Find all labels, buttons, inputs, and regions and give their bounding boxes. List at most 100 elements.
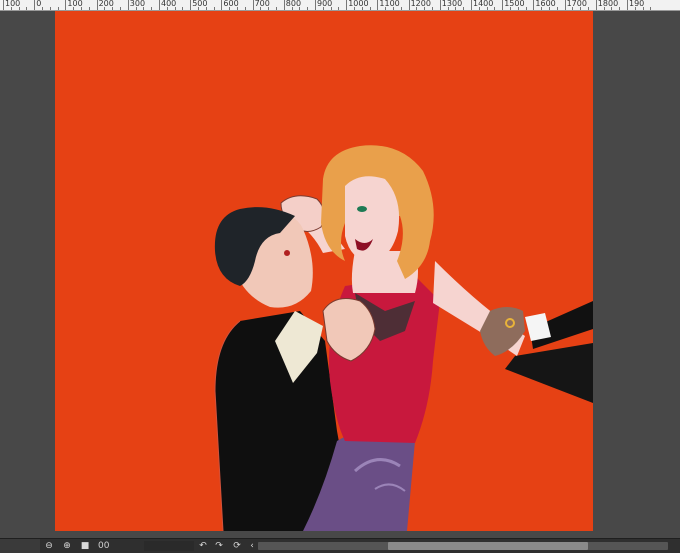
shirt-cuff bbox=[525, 313, 551, 341]
ruler-minor-tick bbox=[541, 7, 543, 10]
ruler-minor-tick bbox=[424, 7, 426, 10]
ruler-label: 1600 bbox=[535, 0, 556, 8]
ruler-minor-tick bbox=[338, 7, 340, 10]
ruler-minor-tick bbox=[143, 7, 145, 10]
ruler-minor-tick bbox=[268, 7, 270, 10]
ruler-minor-tick bbox=[26, 7, 28, 10]
ruler-minor-tick bbox=[120, 7, 121, 10]
ruler-minor-tick bbox=[81, 7, 82, 10]
rotate-right-icon[interactable]: ↷ bbox=[214, 541, 224, 551]
horizontal-ruler[interactable]: 100 0 100 200 300 400 500 600 700 800 900 1000 1100 1… bbox=[0, 0, 680, 11]
ruler-label: 1700 bbox=[566, 0, 587, 8]
ruler-minor-tick bbox=[213, 7, 215, 10]
ruler-label: 1100 bbox=[379, 0, 400, 8]
ruler-minor-tick bbox=[112, 7, 114, 10]
ruler-minor-tick bbox=[276, 7, 277, 10]
ruler-minor-tick bbox=[166, 7, 168, 10]
ruler-minor-tick bbox=[151, 7, 153, 10]
ruler-minor-tick bbox=[463, 7, 465, 10]
ruler-major-tick bbox=[502, 0, 504, 10]
ruler-minor-tick bbox=[642, 7, 644, 10]
ruler-minor-tick bbox=[104, 7, 106, 10]
ruler-minor-tick bbox=[42, 7, 43, 10]
ruler-minor-tick bbox=[549, 7, 550, 10]
ruler-minor-tick bbox=[205, 7, 207, 10]
ruler-minor-tick bbox=[447, 7, 449, 10]
ruler-minor-tick bbox=[393, 7, 394, 10]
canvas-workspace[interactable] bbox=[0, 11, 680, 538]
ruler-minor-tick bbox=[174, 7, 176, 10]
woman-eye-left bbox=[357, 206, 367, 212]
ruler-minor-tick bbox=[494, 7, 496, 10]
ruler-minor-tick bbox=[291, 7, 293, 10]
ruler-major-tick bbox=[533, 0, 535, 10]
ruler-minor-tick bbox=[135, 7, 137, 10]
zoom-out-icon[interactable]: ⊖ bbox=[44, 541, 54, 551]
ruler-minor-tick bbox=[432, 7, 433, 10]
ruler-label: 1800 bbox=[597, 0, 619, 8]
horizontal-scrollbar[interactable] bbox=[258, 542, 668, 550]
scrollbar-thumb[interactable] bbox=[388, 542, 588, 550]
ruler-minor-tick bbox=[322, 7, 324, 10]
zoom-in-icon[interactable]: ⊕ bbox=[62, 541, 72, 551]
ruler-major-tick bbox=[190, 0, 192, 10]
status-bar-left bbox=[0, 539, 40, 553]
ruler-minor-tick bbox=[57, 7, 59, 10]
ruler-minor-tick bbox=[244, 7, 246, 10]
woman-face bbox=[345, 176, 400, 263]
ruler-major-tick bbox=[96, 0, 98, 10]
ruler-minor-tick bbox=[49, 7, 51, 10]
ruler-label: 0 bbox=[36, 0, 42, 8]
ruler-minor-tick bbox=[385, 7, 387, 10]
fit-screen-icon[interactable]: ■ bbox=[80, 541, 90, 551]
ruler-major-tick bbox=[627, 0, 628, 10]
ruler-major-tick bbox=[159, 0, 160, 10]
ruler-minor-tick bbox=[182, 7, 184, 10]
ruler-major-tick bbox=[595, 0, 597, 10]
ruler-major-tick bbox=[283, 0, 285, 10]
ruler-minor-tick bbox=[486, 7, 488, 10]
ruler-major-tick bbox=[252, 0, 254, 10]
ruler-minor-tick bbox=[416, 7, 418, 10]
rotate-left-icon[interactable]: ↶ bbox=[198, 541, 208, 551]
ruler-minor-tick bbox=[299, 7, 301, 10]
ruler-label: 1300 bbox=[441, 0, 463, 8]
ruler-label: 1000 bbox=[348, 0, 369, 8]
ruler-minor-tick bbox=[330, 7, 332, 10]
ruler-minor-tick bbox=[237, 7, 238, 10]
ruler-major-tick bbox=[346, 0, 348, 10]
reset-rotation-icon[interactable]: ⟳ bbox=[232, 541, 242, 551]
ruler-minor-tick bbox=[611, 7, 613, 10]
ruler-minor-tick bbox=[478, 7, 480, 10]
zoom-value[interactable]: 00 bbox=[98, 540, 109, 552]
ruler-minor-tick bbox=[603, 7, 605, 10]
ruler-major-tick bbox=[439, 0, 441, 10]
ruler-minor-tick bbox=[354, 7, 355, 10]
ruler-major-tick bbox=[564, 0, 566, 10]
ruler-minor-tick bbox=[525, 7, 527, 10]
ruler-minor-tick bbox=[455, 7, 457, 10]
ruler-major-tick bbox=[3, 0, 4, 10]
drawing-canvas[interactable] bbox=[55, 11, 593, 531]
ruler-minor-tick bbox=[400, 7, 402, 10]
ruler-major-tick bbox=[127, 0, 129, 10]
status-bar: ⊖ ⊕ ■ 00 ↶ ↷ ⟳ ‹ bbox=[0, 538, 680, 553]
illustration bbox=[214, 145, 593, 531]
ruler-minor-tick bbox=[510, 7, 511, 10]
ruler-minor-tick bbox=[198, 7, 199, 10]
ruler-minor-tick bbox=[88, 7, 90, 10]
chevron-left-icon[interactable]: ‹ bbox=[247, 541, 257, 551]
ruler-major-tick bbox=[408, 0, 410, 10]
ruler-minor-tick bbox=[634, 7, 636, 10]
navigator-strip[interactable] bbox=[144, 541, 194, 551]
ruler-minor-tick bbox=[650, 7, 652, 10]
ruler-label: 1200 bbox=[410, 0, 431, 8]
ruler-major-tick bbox=[471, 0, 472, 10]
ruler-major-tick bbox=[65, 0, 67, 10]
ruler-minor-tick bbox=[10, 7, 12, 10]
ruler-minor-tick bbox=[369, 7, 371, 10]
ruler-major-tick bbox=[315, 0, 316, 10]
ruler-minor-tick bbox=[18, 7, 20, 10]
ruler-minor-tick bbox=[229, 7, 231, 10]
man-eye bbox=[284, 250, 290, 256]
